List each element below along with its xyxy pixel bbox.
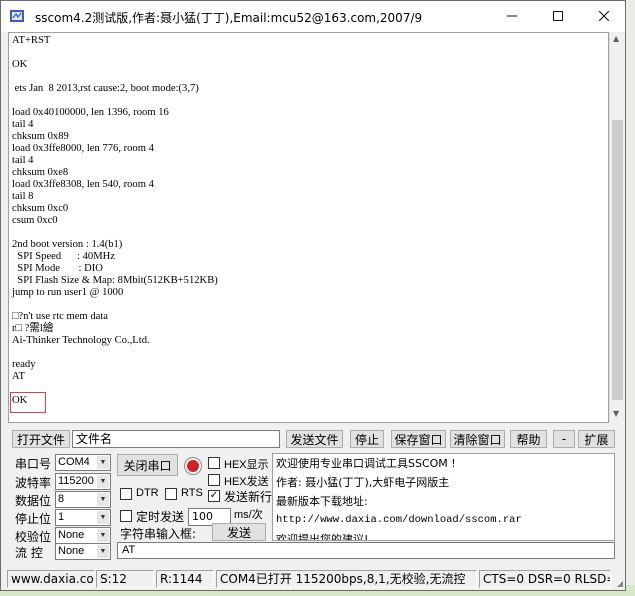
string-input-label: 字符串输入框: [120,527,197,541]
hex-display-label: HEX显示 [224,459,269,471]
send-newline-checkbox[interactable]: ✓ [208,490,220,502]
close-button[interactable] [581,1,627,31]
close-icon [599,11,609,21]
timed-send-checkbox[interactable] [120,510,132,522]
status-received-count: R:1144 [156,570,214,588]
baud-value: 115200 [58,475,94,487]
maximize-icon [553,11,563,21]
databits-label: 数据位 [15,494,52,508]
port-label: 串口号 [15,457,52,471]
rts-checkbox[interactable] [165,488,177,500]
info-line-2: 作者: 聂小猛(丁丁),大虾电子网版主 [276,476,450,489]
help-button[interactable]: 帮助 [510,430,547,448]
flow-value: None [58,545,85,557]
parity-value: None [58,529,85,541]
info-line-1: 欢迎使用专业串口调试工具SSCOM ! [276,457,456,470]
timed-send-label: 定时发送 [136,510,185,524]
info-line-5: 欢迎提出您的建议! [276,533,369,541]
interval-unit: ms/次 [234,509,263,521]
output-scrollbar[interactable]: ▲ ▼ [609,32,625,423]
port-select[interactable]: COM4 ▼ [55,454,111,471]
dropdown-arrow-icon: ▼ [97,475,109,488]
parity-label: 校验位 [15,530,52,544]
baud-select[interactable]: 115200 ▼ [55,473,111,490]
close-port-button[interactable]: 关闭串口 [117,454,178,476]
dropdown-arrow-icon: ▼ [97,493,109,506]
title-bar: sscom4.2测试版,作者:聂小猛(丁丁),Email:mcu52@163.c… [1,1,625,32]
databits-value: 8 [58,493,65,505]
rts-label: RTS [181,487,203,499]
status-sent-count: S:12 [96,570,154,588]
stopbits-label: 停止位 [15,512,52,526]
maximize-button[interactable] [535,1,581,31]
stopbits-select[interactable]: 1 ▼ [55,509,111,526]
minimize-icon [507,15,517,17]
status-bar: www.daxia.cor S:12 R:1144 COM4已打开 115200… [1,568,625,590]
scroll-down-icon[interactable]: ▼ [613,409,619,418]
save-window-button[interactable]: 保存窗口 [391,430,446,448]
hex-send-label: HEX发送 [224,476,269,488]
stopbits-value: 1 [58,511,65,523]
scrollbar-thumb[interactable] [612,120,623,400]
port-value: COM4 [58,456,90,468]
flow-select[interactable]: None ▼ [55,543,111,560]
clear-window-button[interactable]: 清除窗口 [450,430,505,448]
send-file-button[interactable]: 发送文件 [286,430,343,448]
scroll-up-icon[interactable]: ▲ [613,34,619,43]
flow-label: 流 控 [15,546,43,560]
highlight-box [10,392,46,413]
filename-field[interactable]: 文件名 [72,430,280,448]
databits-select[interactable]: 8 ▼ [55,491,111,508]
minus-button[interactable]: - [553,430,575,448]
resize-grip-icon[interactable]: ◢ [617,579,623,588]
status-signals: CTS=0 DSR=0 RLSD= [479,570,611,588]
record-indicator-icon [185,458,201,474]
window-title: sscom4.2测试版,作者:聂小猛(丁丁),Email:mcu52@163.c… [35,11,423,25]
dropdown-arrow-icon: ▼ [97,545,109,558]
send-button[interactable]: 发送 [212,523,266,541]
minimize-button[interactable] [489,1,535,31]
dtr-label: DTR [136,487,159,499]
parity-select[interactable]: None ▼ [55,527,111,544]
dtr-checkbox[interactable] [120,488,132,500]
sscom-window: sscom4.2测试版,作者:聂小猛(丁丁),Email:mcu52@163.c… [0,0,626,591]
expand-button[interactable]: 扩展 [578,430,615,448]
send-newline-label: 发送新行 [224,490,273,504]
hex-display-checkbox[interactable] [208,457,220,469]
receive-output-text: AT+RST OK ets Jan 8 2013,rst cause:2, bo… [12,35,218,406]
hex-send-checkbox[interactable] [208,474,220,486]
open-file-button[interactable]: 打开文件 [12,430,70,448]
send-text-input[interactable]: AT [117,542,615,559]
stop-button[interactable]: 停止 [350,430,384,448]
baud-label: 波特率 [15,476,52,490]
status-port-state: COM4已打开 115200bps,8,1,无校验,无流控 [216,570,477,588]
receive-output-area[interactable]: AT+RST OK ets Jan 8 2013,rst cause:2, bo… [8,32,609,423]
info-line-3: 最新版本下载地址: [276,495,368,508]
info-download-link[interactable]: http://www.daxia.com/download/sscom.rar [273,511,614,530]
dropdown-arrow-icon: ▼ [97,511,109,524]
check-icon: ✓ [209,490,219,501]
dropdown-arrow-icon: ▼ [97,529,109,542]
app-icon [10,10,24,22]
status-site: www.daxia.cor [7,570,95,588]
dropdown-arrow-icon: ▼ [97,456,109,469]
info-panel: 欢迎使用专业串口调试工具SSCOM ! 作者: 聂小猛(丁丁),大虾电子网版主 … [272,453,615,541]
